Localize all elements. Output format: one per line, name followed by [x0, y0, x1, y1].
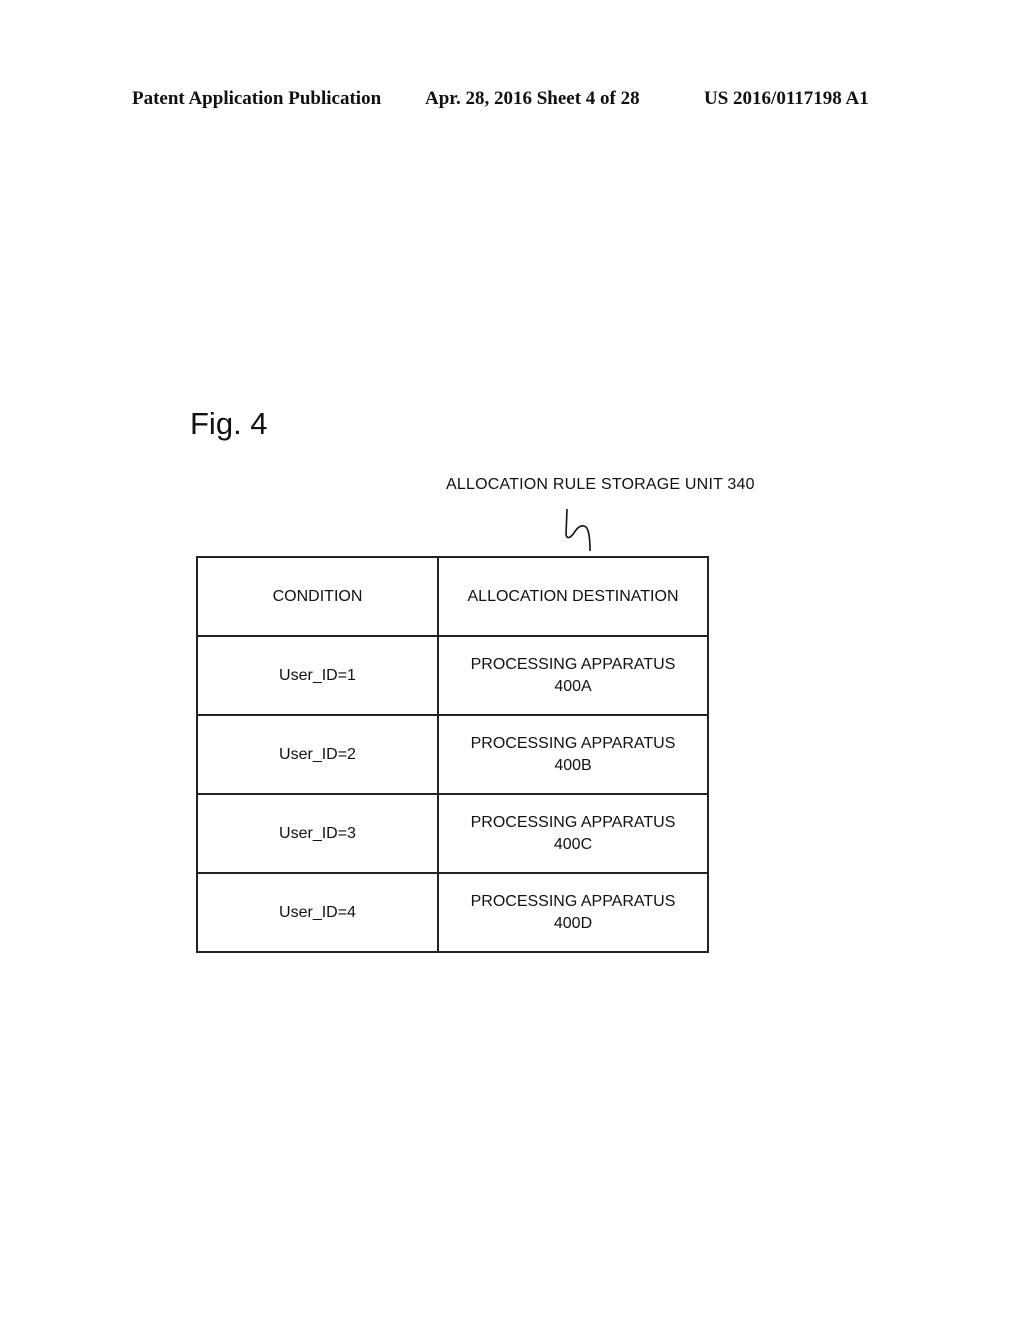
destination-line1: PROCESSING APPARATUS: [470, 813, 676, 831]
table-row: User_ID=1 PROCESSING APPARATUS 400A: [196, 635, 709, 716]
destination-cell: PROCESSING APPARATUS 400B: [437, 714, 709, 795]
condition-cell: User_ID=1: [196, 635, 439, 716]
leader-line-icon: [565, 508, 591, 552]
condition-cell: User_ID=3: [196, 793, 439, 874]
destination-line2: 400B: [554, 756, 592, 774]
destination-line2: 400C: [553, 835, 593, 853]
table-row: User_ID=3 PROCESSING APPARATUS 400C: [196, 793, 709, 874]
date-sheet-label: Apr. 28, 2016 Sheet 4 of 28: [425, 88, 640, 109]
storage-unit-label: ALLOCATION RULE STORAGE UNIT 340: [446, 476, 755, 493]
destination-line1: PROCESSING APPARATUS: [470, 734, 676, 752]
destination-line1: PROCESSING APPARATUS: [470, 655, 676, 673]
allocation-rule-table: CONDITION ALLOCATION DESTINATION User_ID…: [196, 556, 709, 953]
table-header-row: CONDITION ALLOCATION DESTINATION: [196, 556, 709, 637]
table-row: User_ID=2 PROCESSING APPARATUS 400B: [196, 714, 709, 795]
destination-cell: PROCESSING APPARATUS 400D: [437, 872, 709, 953]
destination-line2: 400D: [553, 914, 593, 932]
figure-title: Fig. 4: [190, 406, 268, 441]
publication-label: Patent Application Publication: [132, 88, 382, 109]
table-row: User_ID=4 PROCESSING APPARATUS 400D: [196, 872, 709, 953]
destination-cell: PROCESSING APPARATUS 400A: [437, 635, 709, 716]
patent-number: US 2016/0117198 A1: [704, 88, 869, 109]
column-header-destination: ALLOCATION DESTINATION: [437, 556, 709, 637]
column-header-condition: CONDITION: [196, 556, 439, 637]
condition-cell: User_ID=4: [196, 872, 439, 953]
destination-line1: PROCESSING APPARATUS: [470, 892, 676, 910]
destination-line2: 400A: [554, 677, 592, 695]
condition-cell: User_ID=2: [196, 714, 439, 795]
destination-cell: PROCESSING APPARATUS 400C: [437, 793, 709, 874]
